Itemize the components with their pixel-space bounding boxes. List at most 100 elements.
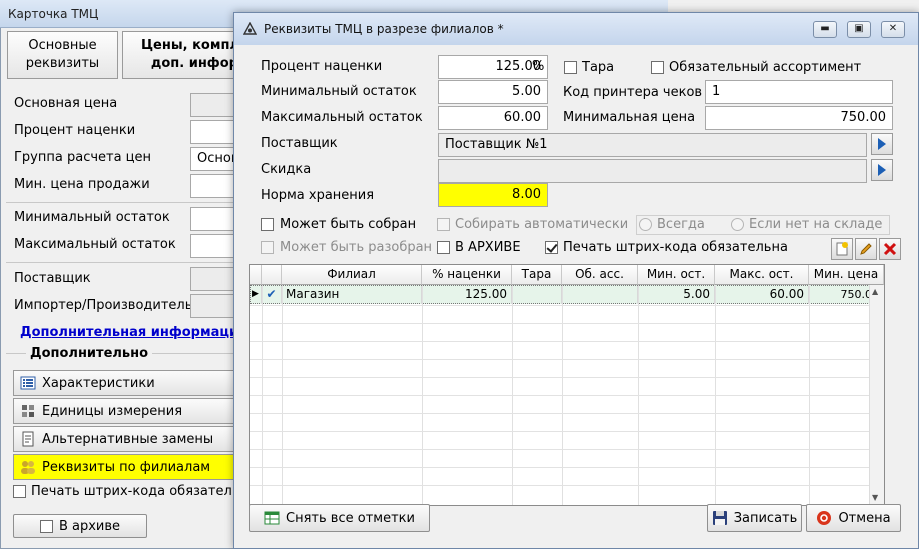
min-stock-field[interactable] [190,207,234,231]
auto-assemble-label: Собирать автоматически [455,217,629,232]
supplier-select-button[interactable] [871,133,893,155]
additional-section-header: Дополнительно [26,346,153,361]
column-header-branch[interactable]: Филиал [282,265,422,285]
print-barcode-option[interactable]: Печать штрих-кода обязател [13,484,232,499]
print-barcode-required-label: Печать штрих-кода обязательна [563,240,788,255]
tara-option[interactable]: Тара [564,60,614,75]
supplier-input[interactable]: Поставщик №1 [438,133,867,157]
discount-select-button[interactable] [871,159,893,181]
column-header-max-stock[interactable]: Макс. ост. [715,265,809,285]
supplier-label: Поставщик [14,271,91,286]
grid-scrollbar[interactable] [869,285,884,505]
cell-tara[interactable] [512,286,562,304]
maximize-button[interactable]: ▣ [847,21,871,38]
scroll-down-icon[interactable]: ▼ [872,493,878,502]
cell-assortment[interactable] [562,286,638,304]
cell-branch[interactable]: Магазин [282,286,422,304]
can-disassemble-label: Может быть разобран [280,240,433,255]
printer-code-label: Код принтера чеков [563,85,703,100]
archive-button[interactable]: В архиве [13,514,147,538]
close-button[interactable]: ✕ [881,21,905,38]
markup-field[interactable] [190,120,234,144]
max-stock-input[interactable]: 60.00 [438,106,548,130]
supplier-label: Поставщик [261,136,338,151]
archive-option[interactable]: В АРХИВЕ [437,240,521,255]
tab-main-requisites[interactable]: Основные реквизиты [7,31,118,79]
tab-prices-label: Цены, компле доп. инфор [141,38,234,71]
edit-row-button[interactable] [855,238,877,260]
delete-row-button[interactable] [879,238,901,260]
markup-label: Процент наценки [261,59,383,74]
tab-main-requisites-label: Основные реквизиты [25,38,100,71]
arrow-right-icon [878,138,886,150]
units-button[interactable]: Единицы измерения [13,398,234,424]
archive-checkbox[interactable] [437,241,450,254]
can-disassemble-option: Может быть разобран [261,240,432,255]
cell-markup[interactable]: 125.00 [422,286,512,304]
price-group-select[interactable]: Основ [190,147,234,171]
minimize-button[interactable]: ▬ [813,21,837,38]
list-icon [20,375,36,391]
tab-prices[interactable]: Цены, компле доп. инфор [122,31,234,79]
delete-icon [883,242,897,256]
can-assemble-checkbox[interactable] [261,218,274,231]
cancel-button[interactable]: Отмена [806,504,901,532]
min-stock-input[interactable]: 5.00 [438,80,548,104]
can-assemble-option[interactable]: Может быть собран [261,217,416,232]
new-document-icon [836,242,848,256]
dialog-title: Реквизиты ТМЦ в разрезе филиалов * [264,22,504,36]
column-header-min-price[interactable]: Мин. цена [809,265,884,285]
always-label: Всегда [657,217,705,232]
divider [6,262,234,263]
branch-requisites-label: Реквизиты по филиалам [42,459,211,475]
document-icon [20,431,36,447]
table-icon [264,510,280,526]
column-header-min-stock[interactable]: Мин. ост. [638,265,715,285]
column-header-markup[interactable]: % наценки [422,265,512,285]
print-barcode-checkbox[interactable] [13,485,26,498]
price-group-label: Группа расчета цен [14,150,152,165]
min-sale-price-field[interactable] [190,174,234,198]
clear-marks-button[interactable]: Снять все отметки [249,504,430,532]
base-price-field [190,93,234,117]
importer-field [190,294,234,318]
max-stock-label: Максимальный остаток [261,110,423,125]
row-checkmark-icon[interactable]: ✔ [262,286,282,304]
save-label: Записать [733,510,798,526]
characteristics-button[interactable]: Характеристики [13,370,234,396]
additional-info-link[interactable]: Дополнительная информация [20,325,246,340]
current-row-marker-icon: ▶ [250,286,262,304]
close-icon: ✕ [888,23,898,34]
cell-max-stock[interactable]: 60.00 [715,286,809,304]
tara-checkbox[interactable] [564,61,577,74]
required-assortment-option[interactable]: Обязательный ассортимент [651,60,861,75]
print-barcode-required-checkbox[interactable] [545,241,558,254]
column-header-assortment[interactable]: Об. асс. [562,265,638,285]
max-stock-field[interactable] [190,234,234,258]
add-row-button[interactable] [831,238,853,260]
min-stock-label: Минимальный остаток [14,210,170,225]
branch-requisites-dialog: Реквизиты ТМЦ в разрезе филиалов * ▬ ▣ ✕… [233,12,919,549]
branch-requisites-button[interactable]: Реквизиты по филиалам [13,454,234,480]
cancel-label: Отмена [838,510,891,526]
printer-code-input[interactable]: 1 [705,80,893,104]
pencil-icon [860,243,872,255]
discount-label: Скидка [261,162,312,177]
column-header-tara[interactable]: Тара [512,265,562,285]
print-barcode-required-option[interactable]: Печать штрих-кода обязательна [545,240,788,255]
required-assortment-checkbox[interactable] [651,61,664,74]
discount-input[interactable] [438,159,867,183]
characteristics-label: Характеристики [42,375,155,391]
min-price-input[interactable]: 750.00 [705,106,893,130]
base-price-label: Основная цена [14,96,118,111]
alternatives-button[interactable]: Альтернативные замены [13,426,234,452]
cancel-icon [816,510,832,526]
storage-norm-input[interactable]: 8.00 [438,183,548,207]
min-price-label: Минимальная цена [563,110,696,125]
save-button[interactable]: Записать [707,504,802,532]
cell-min-stock[interactable]: 5.00 [638,286,715,304]
importer-label: Импортер/Производитель [14,298,193,313]
scroll-up-icon[interactable]: ▲ [872,287,878,296]
supplier-field [190,267,234,291]
branches-grid: Филиал % наценки Тара Об. асс. Мин. ост.… [249,264,885,506]
